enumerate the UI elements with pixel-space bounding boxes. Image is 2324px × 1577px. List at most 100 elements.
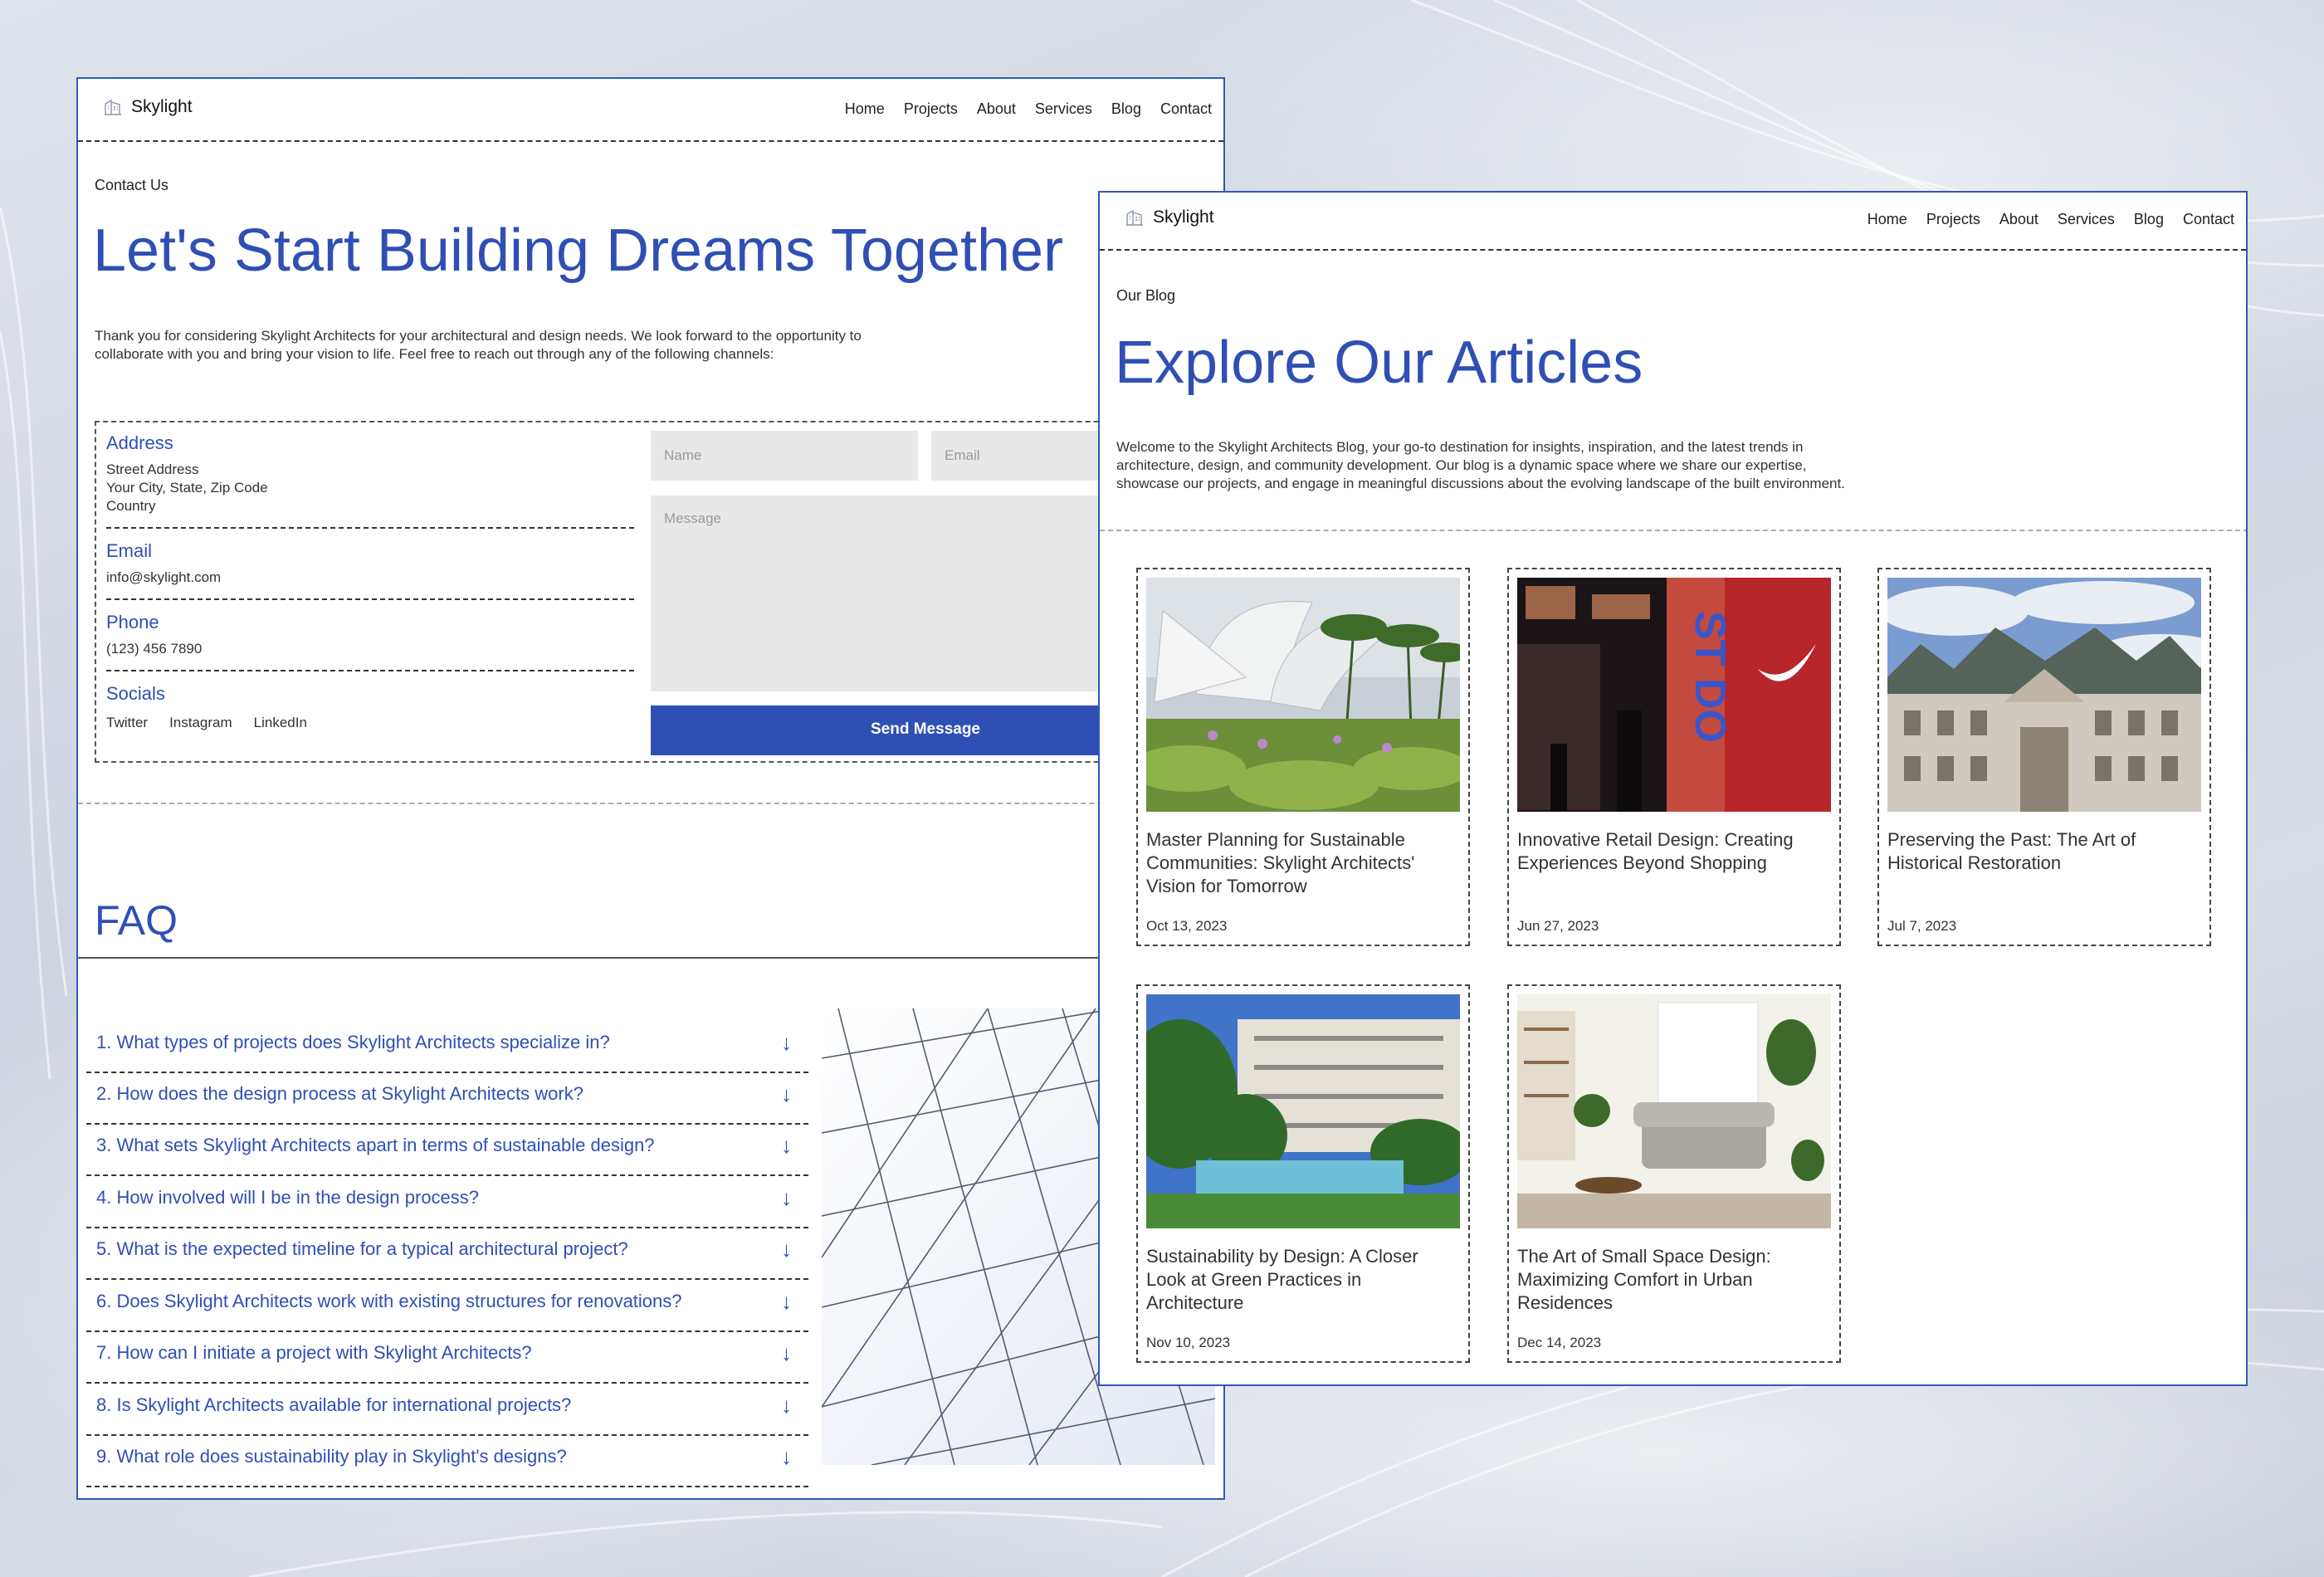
article-card[interactable]: Master Planning for Sustainable Communit… [1136, 568, 1470, 946]
arrow-down-icon: ↓ [781, 1340, 792, 1365]
faq-question: 2. How does the design process at Skylig… [96, 1083, 583, 1104]
nav-projects[interactable]: Projects [1926, 211, 1980, 228]
contact-eyebrow: Contact Us [95, 177, 169, 193]
faq-question: 7. How can I initiate a project with Sky… [96, 1342, 532, 1363]
faq-question: 6. Does Skylight Architects work with ex… [96, 1291, 682, 1311]
arrow-down-icon: ↓ [781, 1237, 792, 1262]
name-input[interactable]: Name [651, 431, 918, 481]
nav-services[interactable]: Services [1035, 100, 1092, 118]
arrow-down-icon: ↓ [781, 1133, 792, 1158]
contact-intro: Thank you for considering Skylight Archi… [95, 328, 862, 362]
nav-about[interactable]: About [1999, 211, 2038, 228]
main-nav: Home Projects About Services Blog Contac… [1848, 211, 2234, 228]
article-date: Nov 10, 2023 [1146, 1335, 1231, 1350]
email-label: Email [106, 540, 153, 561]
article-image-small-living-room [1517, 994, 1831, 1228]
article-date: Jul 7, 2023 [1887, 918, 1957, 934]
faq-item[interactable]: 6. Does Skylight Architects work with ex… [86, 1281, 808, 1332]
article-card[interactable]: ST DO Innovative Retail Design: Creating… [1507, 568, 1841, 946]
email-value[interactable]: info@skylight.com [106, 569, 634, 587]
faq-item[interactable]: 9. What role does sustainability play in… [86, 1436, 808, 1487]
nav-contact[interactable]: Contact [1160, 100, 1212, 118]
nav-about[interactable]: About [977, 100, 1016, 118]
article-title[interactable]: The Art of Small Space Design: Maximizin… [1517, 1245, 1824, 1315]
faq-divider [78, 957, 1223, 959]
site-logo[interactable]: Skylight [103, 97, 193, 117]
send-message-label: Send Message [871, 720, 980, 738]
brand-name: Skylight [131, 97, 193, 116]
article-card[interactable]: Sustainability by Design: A Closer Look … [1136, 984, 1470, 1363]
article-date: Jun 27, 2023 [1517, 918, 1599, 934]
faq-item[interactable]: 2. How does the design process at Skylig… [86, 1073, 808, 1125]
address-line3: Country [106, 498, 156, 514]
main-nav: Home Projects About Services Blog Contac… [826, 100, 1212, 118]
address-label: Address [106, 432, 173, 453]
nav-services[interactable]: Services [2058, 211, 2115, 228]
faq-question: 4. How involved will I be in the design … [96, 1187, 480, 1208]
address-line1: Street Address [106, 461, 199, 477]
arrow-down-icon: ↓ [781, 1081, 792, 1106]
article-card[interactable]: Preserving the Past: The Art of Historic… [1877, 568, 2211, 946]
faq-item[interactable]: 3. What sets Skylight Architects apart i… [86, 1125, 808, 1176]
blog-intro: Welcome to the Skylight Architects Blog,… [1116, 439, 1845, 491]
contact-page-window: Skylight Home Projects About Services Bl… [76, 77, 1225, 1500]
address-line2: Your City, State, Zip Code [106, 480, 268, 496]
article-card[interactable]: The Art of Small Space Design: Maximizin… [1507, 984, 1841, 1363]
email-group: Email info@skylight.com [106, 540, 634, 600]
article-title[interactable]: Master Planning for Sustainable Communit… [1146, 828, 1453, 898]
faq-title: FAQ [95, 897, 178, 944]
phone-label: Phone [106, 612, 159, 632]
faq-item[interactable]: 1. What types of projects does Skylight … [86, 1022, 808, 1073]
section-divider [78, 803, 1223, 804]
nav-home[interactable]: Home [1868, 211, 1907, 228]
arrow-down-icon: ↓ [781, 1444, 792, 1469]
page-title: Explore Our Articles [1115, 330, 1643, 396]
nav-contact[interactable]: Contact [2183, 211, 2234, 228]
site-header: Skylight Home Projects About Services Bl… [78, 79, 1223, 142]
socials-group: Socials Twitter Instagram LinkedIn [106, 683, 634, 741]
faq-question: 5. What is the expected timeline for a t… [96, 1238, 628, 1259]
article-image-historic-palace [1887, 578, 2201, 812]
social-link-linkedin[interactable]: LinkedIn [254, 715, 307, 731]
address-group: Address Street Address Your City, State,… [106, 432, 634, 529]
building-logo-icon [105, 99, 121, 115]
phone-value[interactable]: (123) 456 7890 [106, 640, 634, 658]
brand-name: Skylight [1153, 208, 1214, 227]
article-title[interactable]: Preserving the Past: The Art of Historic… [1887, 828, 2195, 875]
article-date: Dec 14, 2023 [1517, 1335, 1602, 1350]
faq-item[interactable]: 7. How can I initiate a project with Sky… [86, 1332, 808, 1384]
blog-page-window: Skylight Home Projects About Services Bl… [1098, 191, 2248, 1386]
arrow-down-icon: ↓ [781, 1185, 792, 1210]
faq-question: 9. What role does sustainability play in… [96, 1446, 567, 1467]
social-link-twitter[interactable]: Twitter [106, 715, 148, 731]
article-image-lotus-museum [1146, 578, 1460, 812]
faq-item[interactable]: 4. How involved will I be in the design … [86, 1177, 808, 1228]
section-divider [1100, 530, 2246, 531]
arrow-down-icon: ↓ [781, 1030, 792, 1055]
article-title[interactable]: Innovative Retail Design: Creating Exper… [1517, 828, 1824, 875]
arrow-down-icon: ↓ [781, 1393, 792, 1418]
nav-home[interactable]: Home [845, 100, 885, 118]
site-logo[interactable]: Skylight [1125, 208, 1214, 227]
nav-blog[interactable]: Blog [1111, 100, 1141, 118]
arrow-down-icon: ↓ [781, 1289, 792, 1314]
phone-group: Phone (123) 456 7890 [106, 612, 634, 671]
article-image-green-residences [1146, 994, 1460, 1228]
faq-question: 3. What sets Skylight Architects apart i… [96, 1135, 655, 1155]
faq-item[interactable]: 8. Is Skylight Architects available for … [86, 1384, 808, 1436]
nav-blog[interactable]: Blog [2134, 211, 2164, 228]
article-date: Oct 13, 2023 [1146, 918, 1228, 934]
article-image-retail-store: ST DO [1517, 578, 1831, 812]
faq-question: 1. What types of projects does Skylight … [96, 1032, 610, 1052]
article-title[interactable]: Sustainability by Design: A Closer Look … [1146, 1245, 1453, 1315]
building-logo-icon [1126, 209, 1143, 226]
site-header: Skylight Home Projects About Services Bl… [1100, 193, 2246, 251]
nav-projects[interactable]: Projects [904, 100, 958, 118]
faq-item[interactable]: 5. What is the expected timeline for a t… [86, 1228, 808, 1280]
socials-label: Socials [106, 683, 165, 704]
page-title: Let's Start Building Dreams Together [93, 217, 1064, 284]
svg-text:ST DO: ST DO [1686, 611, 1734, 743]
faq-question: 8. Is Skylight Architects available for … [96, 1394, 572, 1415]
blog-eyebrow: Our Blog [1116, 287, 1176, 304]
social-link-instagram[interactable]: Instagram [169, 715, 232, 731]
